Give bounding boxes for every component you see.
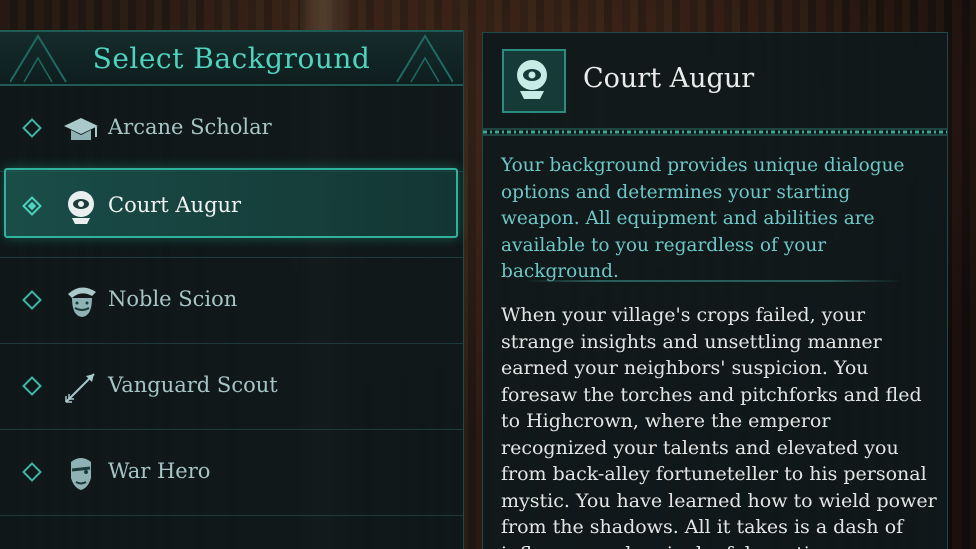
background-item-label: Vanguard Scout — [108, 373, 278, 397]
diamond-marker-icon — [22, 290, 42, 310]
diamond-marker-icon — [22, 118, 42, 138]
graduation-cap-icon — [64, 118, 98, 140]
background-item-label: War Hero — [108, 459, 211, 483]
detail-title: Court Augur — [583, 63, 755, 94]
background-item-label: Arcane Scholar — [108, 115, 272, 139]
section-divider — [523, 280, 903, 282]
noble-face-icon — [68, 287, 96, 317]
background-item-arcane-scholar[interactable]: Arcane Scholar — [0, 86, 463, 172]
background-select-panel: Select Background Arcane Scholar Court A… — [0, 30, 464, 549]
crystal-ball-eye-icon — [517, 60, 547, 99]
background-item-court-augur[interactable]: Court Augur — [0, 168, 463, 258]
scarred-face-icon — [71, 458, 91, 490]
detail-icon-frame — [502, 49, 566, 113]
background-story: When your village's crops failed, your s… — [501, 304, 937, 549]
diamond-marker-icon — [22, 196, 42, 216]
background-item-noble-scion[interactable]: Noble Scion — [0, 258, 463, 344]
crystal-ball-eye-icon — [68, 191, 94, 224]
panel-header: Select Background — [0, 30, 463, 86]
arrow-icon — [65, 373, 95, 403]
diamond-marker-icon — [22, 462, 42, 482]
background-item-label: Court Augur — [108, 193, 242, 217]
background-item-label: Noble Scion — [108, 287, 238, 311]
background-item-vanguard-scout[interactable]: Vanguard Scout — [0, 344, 463, 430]
intro-description: Your background provides unique dialogue… — [501, 155, 905, 282]
decorative-divider — [483, 128, 947, 136]
game-scene: Select Background Arcane Scholar Court A… — [0, 0, 976, 549]
background-item-war-hero[interactable]: War Hero — [0, 430, 463, 516]
diamond-marker-icon — [22, 376, 42, 396]
background-detail-panel: Court Augur Your background provides uni… — [482, 32, 948, 549]
background-list: Arcane Scholar Court Augur Noble Scion V… — [0, 86, 463, 516]
panel-title: Select Background — [92, 42, 371, 75]
